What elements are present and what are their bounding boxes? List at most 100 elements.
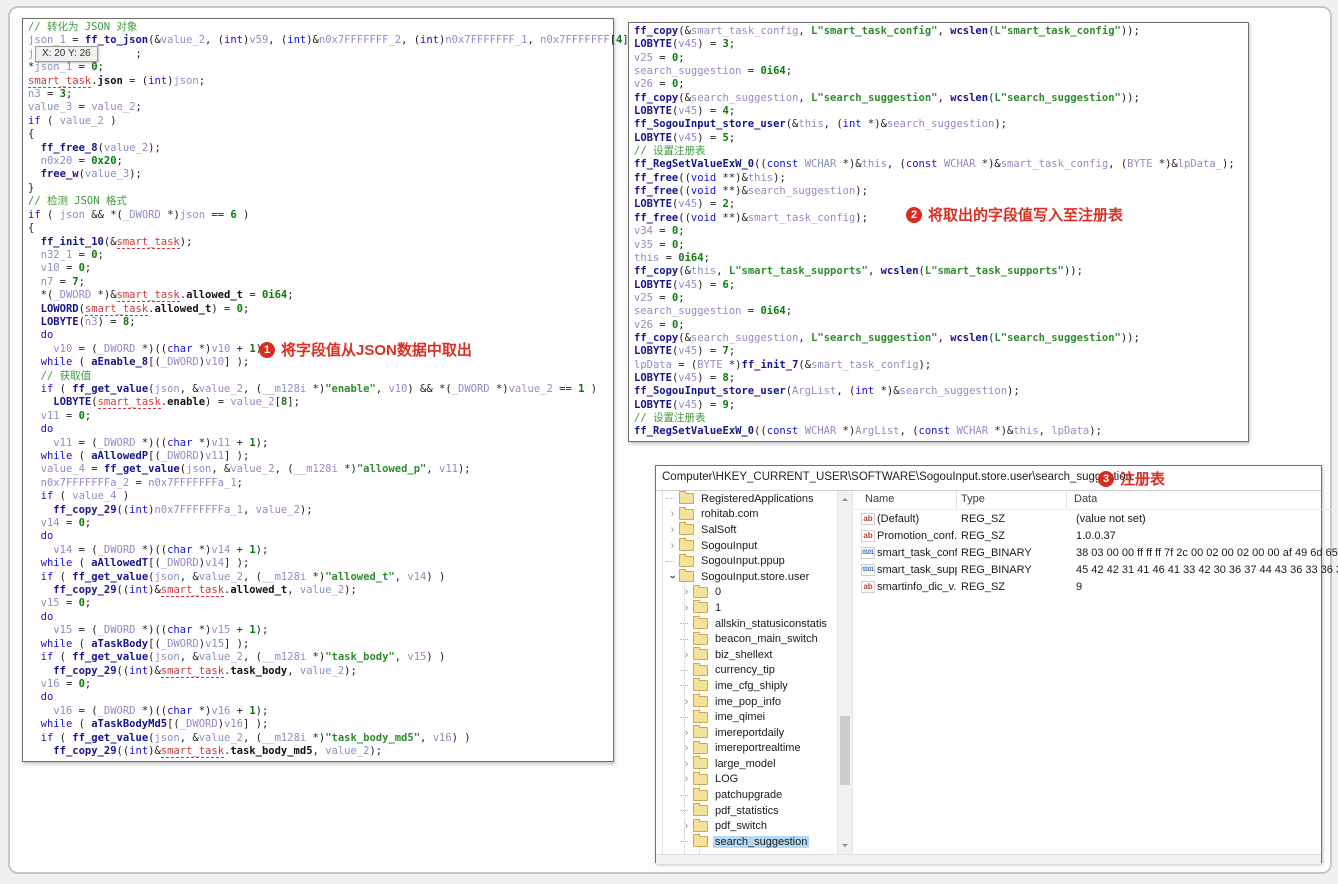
code-line[interactable]: search_suggestion = 0i64; (634, 305, 1248, 318)
tree-expander-icon[interactable]: › (666, 508, 679, 520)
registry-tree-item[interactable]: › large_model (656, 756, 837, 772)
tree-item-label[interactable]: allskin_statusiconstatis (713, 618, 829, 630)
registry-tree-item[interactable]: pdf_statistics (656, 803, 837, 819)
code-line[interactable]: if ( ff_get_value(json, &value_2, (__m12… (28, 383, 613, 396)
code-line[interactable]: if ( value_4 ) (28, 490, 613, 503)
registry-value-row[interactable]: ab (Default) REG_SZ (value not set) (853, 510, 1338, 527)
code-line[interactable]: LOWORD(smart_task.allowed_t) = 0; (28, 302, 613, 316)
tree-item-label[interactable]: beacon_main_switch (713, 633, 820, 645)
tree-expander-icon[interactable]: › (680, 820, 693, 832)
code-line[interactable]: v14 = (_DWORD *)((char *)v14 + 1); (28, 544, 613, 557)
tree-item-label[interactable]: pdf_switch (713, 820, 769, 832)
code-line[interactable]: v35 = 0; (634, 239, 1248, 252)
tree-expander-icon[interactable]: › (666, 524, 679, 536)
tree-item-label[interactable]: SogouInput (699, 540, 759, 552)
code-line[interactable]: ff_SogouInput_store_user(ArgList, (int *… (634, 385, 1248, 398)
tree-item-label[interactable]: pdf_statistics (713, 805, 781, 817)
tree-item-label[interactable]: rohitab.com (699, 508, 760, 520)
value-name[interactable]: smartinfo_dic_v... (877, 581, 957, 593)
registry-tree-item[interactable]: beacon_main_switch (656, 631, 837, 647)
code-line[interactable]: if ( json && *(_DWORD *)json == 6 ) (28, 209, 613, 222)
code-line[interactable]: ff_copy(&search_suggestion, L"search_sug… (634, 332, 1248, 345)
code-line[interactable]: LOBYTE(n3) = 8; (28, 316, 613, 329)
code-line[interactable]: ff_copy_29((int)&smart_task.task_body, v… (28, 664, 613, 678)
code-line[interactable]: while ( aAllowedT[(_DWORD)v14] ); (28, 557, 613, 570)
registry-address-bar[interactable]: Computer\HKEY_CURRENT_USER\SOFTWARE\Sogo… (656, 466, 1321, 491)
code-line[interactable]: v14 = 0; (28, 517, 613, 530)
code-line[interactable]: n0x20 = 0x20; (28, 155, 613, 168)
code-line[interactable]: LOBYTE(v45) = 7; (634, 345, 1248, 358)
registry-value-row[interactable]: ab Promotion_conf... REG_SZ 1.0.0.37 (853, 527, 1338, 544)
code-line[interactable]: v11 = (_DWORD *)((char *)v11 + 1); (28, 437, 613, 450)
code-line[interactable]: while ( aTaskBody[(_DWORD)v15] ); (28, 638, 613, 651)
code-line[interactable]: if ( ff_get_value(json, &value_2, (__m12… (28, 651, 613, 664)
value-name[interactable]: smart_task_config (877, 547, 957, 559)
code-line[interactable]: // 设置注册表 (634, 145, 1248, 158)
code-line[interactable]: v16 = 0; (28, 678, 613, 691)
registry-tree-item[interactable]: › pdf_switch (656, 818, 837, 834)
code-line[interactable]: v15 = 0; (28, 597, 613, 610)
tree-item-label[interactable]: currency_tip (713, 664, 777, 676)
tree-item-label[interactable]: RegisteredApplications (699, 493, 816, 505)
code-line[interactable]: v11 = 0; (28, 410, 613, 423)
code-line[interactable]: do (28, 611, 613, 624)
code-line[interactable]: ff_copy(&this, L"smart_task_supports", w… (634, 265, 1248, 278)
code-line[interactable]: ff_RegSetValueExW_0((const WCHAR *)&this… (634, 158, 1248, 171)
code-line[interactable]: n3 = 3; (28, 88, 613, 101)
registry-tree-item[interactable]: › imereportdaily (656, 725, 837, 741)
tree-item-label[interactable]: imereportdaily (713, 727, 786, 739)
code-line[interactable]: do (28, 691, 613, 704)
code-line[interactable]: v34 = 0; (634, 225, 1248, 238)
code-line[interactable]: v26 = 0; (634, 78, 1248, 91)
registry-tree-item[interactable]: › imereportrealtime (656, 740, 837, 757)
registry-tree-item[interactable]: patchupgrade (656, 787, 837, 803)
code-line[interactable]: do (28, 423, 613, 436)
tree-expander-icon[interactable]: › (680, 742, 693, 754)
code-line[interactable]: // 获取值 (28, 370, 613, 383)
registry-address-text[interactable]: Computer\HKEY_CURRENT_USER\SOFTWARE\Sogo… (662, 471, 1132, 483)
tree-item-label[interactable]: 0 (713, 586, 723, 598)
tree-item-label[interactable]: SogouInput.ppup (699, 555, 787, 567)
value-name[interactable]: smart_task_supp... (877, 564, 957, 576)
code-line[interactable]: lpData = (BYTE *)ff_init_7(&smart_task_c… (634, 359, 1248, 372)
tree-expander-icon[interactable]: › (680, 758, 693, 770)
tree-item-label[interactable]: patchupgrade (713, 789, 784, 801)
tree-item-label[interactable]: LOG (713, 773, 740, 785)
code-line[interactable]: // 设置注册表 (634, 412, 1248, 425)
registry-tree-item[interactable]: › biz_shellext (656, 647, 837, 663)
code-line[interactable]: LOBYTE(v45) = 8; (634, 372, 1248, 385)
registry-tree-item[interactable]: ime_cfg_shiply (656, 678, 837, 694)
code-line[interactable]: ff_copy_29((int)&smart_task.task_body_md… (28, 744, 613, 758)
code-line[interactable]: *(_DWORD *)&smart_task.allowed_t = 0i64; (28, 289, 613, 303)
tree-expander-icon[interactable]: › (680, 773, 693, 785)
tree-item-label[interactable]: ime_cfg_shiply (713, 680, 790, 692)
registry-tree-item[interactable]: ime_qimei (656, 709, 837, 725)
value-name[interactable]: Promotion_conf... (877, 530, 957, 542)
code-line[interactable]: if ( value_2 ) (28, 115, 613, 128)
registry-tree-item[interactable]: currency_tip (656, 662, 837, 679)
tree-expander-icon[interactable]: › (680, 586, 693, 598)
code-line[interactable]: v25 = 0; (634, 52, 1248, 65)
scroll-up-icon[interactable] (842, 495, 848, 501)
code-line[interactable]: while ( aAllowedP[(_DWORD)v11] ); (28, 450, 613, 463)
registry-tree-item[interactable]: › SalSoft (656, 522, 837, 538)
tree-item-label[interactable]: SogouInput.store.user (699, 571, 811, 583)
pseudocode-text[interactable]: ff_copy(&smart_task_config, L"smart_task… (629, 23, 1248, 439)
code-line[interactable]: v10 = 0; (28, 262, 613, 275)
code-line[interactable]: smart_task.json = (int)json; (28, 74, 613, 88)
code-line[interactable]: LOBYTE(v45) = 9; (634, 399, 1248, 412)
tree-item-label[interactable]: biz_shellext (713, 649, 774, 661)
code-line[interactable]: *json_1 = 0; (28, 61, 613, 74)
tree-expander-icon[interactable]: › (666, 540, 679, 552)
registry-tree-item[interactable]: › 0 (656, 584, 837, 601)
tree-item-label[interactable]: search_suggestion (713, 835, 810, 848)
pseudocode-text[interactable]: // 转化为 JSON 对象 json_1 = ff_to_json(&value… (23, 19, 641, 758)
code-line[interactable]: { (28, 128, 613, 141)
column-header-type[interactable]: Type (957, 491, 1067, 509)
code-line[interactable]: // 检测 JSON 格式 (28, 195, 613, 208)
code-line[interactable]: free_w(value_3); (28, 168, 613, 181)
scroll-down-icon[interactable] (842, 844, 848, 850)
code-line[interactable]: ff_free_8(value_2); (28, 142, 613, 155)
tree-scrollbar[interactable] (837, 491, 852, 854)
tree-item-label[interactable]: ime_qimei (713, 711, 767, 723)
